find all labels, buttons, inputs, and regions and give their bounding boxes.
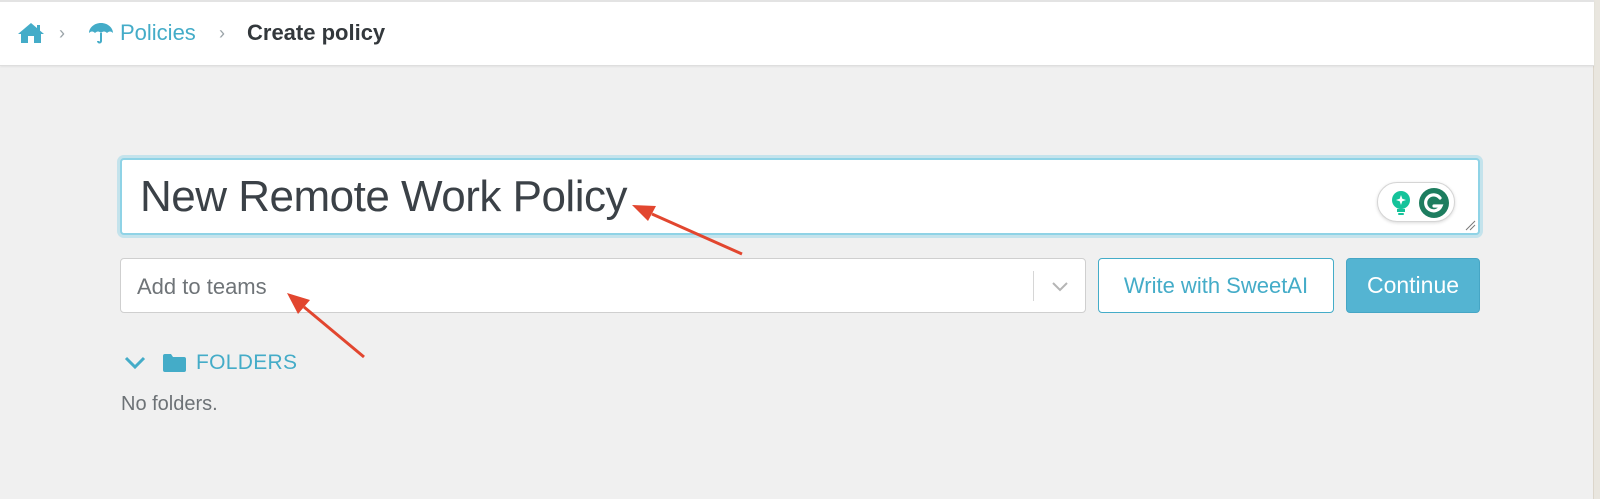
breadcrumb-separator: › — [59, 22, 65, 43]
grammarly-icon[interactable] — [1418, 187, 1450, 219]
breadcrumb-policies-label: Policies — [120, 20, 196, 45]
breadcrumb-current: Create policy — [247, 20, 386, 45]
home-icon[interactable] — [17, 2, 45, 64]
add-to-teams-select[interactable]: Add to teams — [120, 258, 1086, 313]
resize-handle-icon[interactable] — [1464, 219, 1476, 231]
folders-label: FOLDERS — [196, 351, 298, 374]
select-divider — [1033, 271, 1034, 301]
teams-placeholder: Add to teams — [137, 274, 267, 299]
annotation-arrows — [287, 205, 743, 359]
umbrella-icon — [89, 23, 113, 44]
continue-button[interactable]: Continue — [1346, 258, 1480, 313]
grammarly-widget[interactable] — [1377, 182, 1455, 222]
chevron-down-icon[interactable] — [1050, 276, 1070, 296]
no-folders-text: No folders. — [121, 393, 218, 415]
policy-title-value[interactable]: New Remote Work Policy — [140, 172, 628, 222]
folders-toggle[interactable]: FOLDERS — [124, 350, 297, 376]
write-with-sweetai-button[interactable]: Write with SweetAI — [1098, 258, 1334, 313]
policy-title-input[interactable]: New Remote Work Policy — [120, 158, 1480, 235]
lightbulb-icon[interactable] — [1390, 190, 1412, 216]
folder-icon — [163, 354, 186, 372]
app-window: › Policies › Create policy New Remote Wo… — [0, 0, 1594, 499]
breadcrumb: › Policies › Create policy — [0, 0, 1594, 66]
breadcrumb-separator: › — [219, 22, 225, 43]
chevron-down-icon[interactable] — [124, 355, 146, 371]
breadcrumb-policies-link[interactable]: Policies — [88, 2, 196, 64]
